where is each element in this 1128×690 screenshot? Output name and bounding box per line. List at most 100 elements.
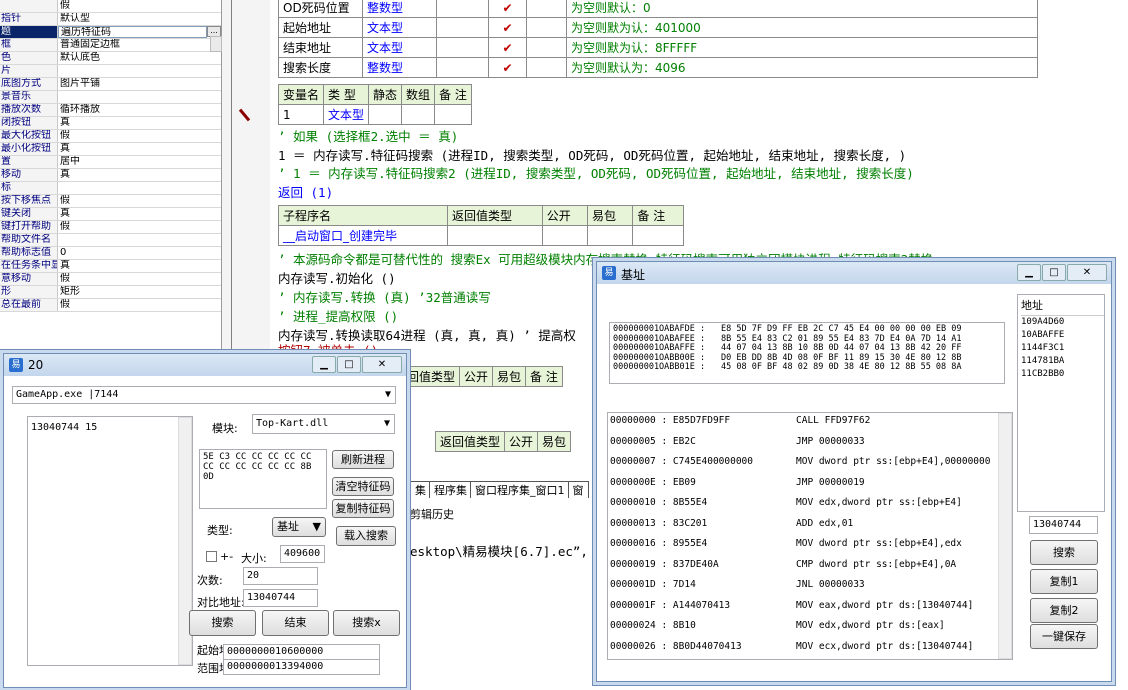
property-row[interactable]: 总在最前假 xyxy=(0,299,221,312)
search-button[interactable]: 搜索 xyxy=(189,610,256,636)
address-list-item[interactable]: 11CB2BB0 xyxy=(1021,368,1104,381)
disasm-row[interactable]: 00000007 : C745E400000000 MOV dword ptr s… xyxy=(610,456,990,467)
property-value[interactable]: 真 xyxy=(58,169,221,181)
disasm-row[interactable]: 00000024 : 8B10 MOV edx,dword ptr ds:[eax… xyxy=(610,620,945,631)
result-list[interactable]: 13040744 15 xyxy=(27,416,193,666)
property-value[interactable]: 默认型 xyxy=(58,13,221,25)
property-row[interactable]: 片 xyxy=(0,65,221,78)
property-value[interactable]: 遍历特征码 xyxy=(58,26,207,38)
editor-tab[interactable]: 窗 xyxy=(567,481,589,498)
disasm-row[interactable]: 00000010 : 8B55E4 MOV edx,dword ptr ss:[e… xyxy=(610,497,962,508)
property-row[interactable]: 底图方式 图片平铺 xyxy=(0,78,221,91)
property-value[interactable]: 普通固定边框 xyxy=(58,39,221,51)
disasm-row[interactable]: 0000000E : EB09 JMP 00000019 xyxy=(610,477,865,488)
property-value[interactable]: 假 xyxy=(58,299,221,311)
property-row[interactable]: 框普通固定边框 xyxy=(0,39,221,52)
range-address-input[interactable]: 0000000013394000 xyxy=(223,659,380,675)
property-row[interactable]: 景音乐 xyxy=(0,91,221,104)
property-row[interactable]: 帮助文件名 xyxy=(0,234,221,247)
address-window[interactable]: 易 基址 ▁ □ ✕ 000000001OABAFDE : E8 5D 7F D9… xyxy=(596,261,1112,682)
disasm-row[interactable]: 00000013 : 83C201 ADD edx,01 xyxy=(610,518,853,529)
address-list[interactable]: 地址 109A4D60 10ABAFFE 1144F3C1 114781BA 11CB2… xyxy=(1017,294,1105,512)
minimize-button[interactable]: ▁ xyxy=(1017,264,1041,281)
size-input[interactable]: 409600 xyxy=(280,545,325,563)
property-row[interactable]: 移动真 xyxy=(0,169,221,182)
signature-textarea[interactable]: 5E C3 CC CC CC CC CC CC CC CC CC CC CC 8… xyxy=(199,449,327,509)
disassembly-view[interactable]: 00000000 : E85D7FD9FF CALL FFD97F62 000000… xyxy=(607,412,1013,660)
property-row[interactable]: 形矩形 xyxy=(0,286,221,299)
property-row[interactable]: 意移动假 xyxy=(0,273,221,286)
property-value[interactable] xyxy=(58,182,221,194)
close-button[interactable]: ✕ xyxy=(1067,264,1107,281)
save-all-button[interactable]: 一键保存 xyxy=(1030,624,1098,649)
property-row[interactable]: 最小化按钮真 xyxy=(0,143,221,156)
search-window[interactable]: 易 20 ▁ □ ✕ GameApp.exe |7144 ▼ 13040744 … xyxy=(3,353,407,688)
property-row[interactable]: 指针 默认型 xyxy=(0,13,221,26)
property-row[interactable]: 键关闭真 xyxy=(0,208,221,221)
copy-signature-button[interactable]: 复制特征码 xyxy=(332,499,394,518)
property-row[interactable]: 播放次数 循环播放 xyxy=(0,104,221,117)
sub-name[interactable]: __启动窗口_创建完毕 xyxy=(278,225,448,246)
disasm-row[interactable]: 00000026 : 8B0D44070413 MOV ecx,dword ptr… xyxy=(610,641,973,652)
search-button[interactable]: 搜索 xyxy=(1030,540,1098,565)
disasm-row[interactable]: 0000001F : A144070413 MOV eax,dword ptr d… xyxy=(610,600,973,611)
clear-signature-button[interactable]: 清空特征码 xyxy=(332,477,394,496)
property-value[interactable]: 循环播放 xyxy=(58,104,221,116)
code-line[interactable]: ’ 进程_提高权限 () xyxy=(278,306,398,325)
property-row[interactable]: 最大化按钮假 xyxy=(0,130,221,143)
property-value[interactable]: 默认底色 xyxy=(58,52,221,64)
maximize-button[interactable]: □ xyxy=(1042,264,1066,281)
property-row[interactable]: 题遍历特征码... xyxy=(0,26,221,39)
property-scrollbar[interactable] xyxy=(210,36,222,52)
address-list-item[interactable]: 10ABAFFE xyxy=(1021,329,1104,342)
property-value[interactable] xyxy=(58,91,221,103)
refresh-process-button[interactable]: 刷新进程 xyxy=(332,450,394,469)
code-line[interactable]: ’ 如果 (选择框2.选中 ＝ 真) xyxy=(278,126,458,145)
property-value[interactable] xyxy=(58,234,221,246)
copy2-button[interactable]: 复制2 xyxy=(1030,598,1098,623)
code-line[interactable]: ’ 内存读写.转换 (真) ’32普通读写 xyxy=(278,287,491,306)
property-row[interactable]: 闭按钮真 xyxy=(0,117,221,130)
search-window-titlebar[interactable]: 易 20 ▁ □ ✕ xyxy=(4,354,406,376)
hexdump-view[interactable]: 000000001OABAFDE : E8 5D 7F D9 FF EB 2C C… xyxy=(609,322,1005,384)
property-row[interactable]: 假 xyxy=(0,0,221,13)
search-x-button[interactable]: 搜索x xyxy=(333,610,400,636)
code-line[interactable]: 1 ＝ 内存读写.特征码搜索 (进程ID, 搜索类型, OD死码, OD死码位置… xyxy=(278,145,906,164)
property-value[interactable]: 居中 xyxy=(58,156,221,168)
address-list-item[interactable]: 1144F3C1 xyxy=(1021,342,1104,355)
disasm-row[interactable]: 00000016 : 8955E4 MOV dword ptr ss:[ebp+E… xyxy=(610,538,962,549)
editor-tab[interactable]: 集 xyxy=(410,481,431,498)
property-row[interactable]: 帮助标志值 0 xyxy=(0,247,221,260)
property-row[interactable]: 色默认底色 xyxy=(0,52,221,65)
address-list-item[interactable]: 114781BA xyxy=(1021,355,1104,368)
code-line[interactable]: ’ 1 ＝ 内存读写.特征码搜索2 (进程ID, 搜索类型, OD死码, OD死… xyxy=(278,163,914,182)
close-button[interactable]: ✕ xyxy=(362,356,402,373)
process-select[interactable]: GameApp.exe |7144 ▼ xyxy=(12,386,396,404)
disasm-row[interactable]: 0000001D : 7D14 JNL 00000033 xyxy=(610,579,865,590)
compare-address-input[interactable]: 13040744 xyxy=(243,589,318,607)
property-value[interactable] xyxy=(58,65,221,77)
property-value[interactable]: 假 xyxy=(58,195,221,207)
address-list-item[interactable]: 109A4D60 xyxy=(1021,316,1104,329)
property-row[interactable]: 置居中 xyxy=(0,156,221,169)
property-value[interactable]: 矩形 xyxy=(58,286,221,298)
property-value[interactable]: 假 xyxy=(58,221,221,233)
type-select[interactable]: 基址 ▼ xyxy=(272,517,326,537)
copy1-button[interactable]: 复制1 xyxy=(1030,569,1098,594)
editor-tab[interactable]: 窗口程序集_窗口1 xyxy=(470,481,570,498)
property-row[interactable]: 在任务条中显示真 xyxy=(0,260,221,273)
cut-history-tab[interactable]: 剪辑历史 xyxy=(410,506,454,522)
end-button[interactable]: 结束 xyxy=(262,610,329,636)
code-line[interactable]: 返回 (1) xyxy=(278,182,333,201)
property-value[interactable]: 真 xyxy=(58,117,221,129)
minimize-button[interactable]: ▁ xyxy=(312,356,336,373)
disasm-row[interactable]: 00000000 : E85D7FD9FF CALL FFD97F62 xyxy=(610,415,870,426)
property-value[interactable]: 真 xyxy=(58,143,221,155)
disasm-row[interactable]: 00000019 : 837DE40A CMP dword ptr ss:[ebp… xyxy=(610,559,956,570)
property-row[interactable]: 按下移焦点假 xyxy=(0,195,221,208)
module-select[interactable]: Top-Kart.dll ▼ xyxy=(252,414,395,434)
editor-tab[interactable]: 程序集 xyxy=(429,481,472,498)
property-value[interactable]: 真 xyxy=(58,260,221,272)
property-row[interactable]: 标 xyxy=(0,182,221,195)
maximize-button[interactable]: □ xyxy=(337,356,361,373)
